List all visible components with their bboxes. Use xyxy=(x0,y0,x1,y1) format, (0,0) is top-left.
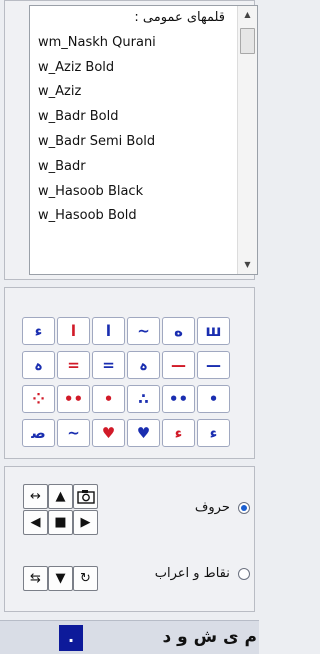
radio-letters-label: حروف xyxy=(194,500,230,515)
font-list-header: قلمهای عمومی : xyxy=(134,10,225,25)
symbol-button[interactable]: ه xyxy=(162,317,195,345)
radio-letters[interactable]: حروف xyxy=(150,500,250,515)
symbol-button[interactable]: ∴ xyxy=(127,385,160,413)
symbol-button[interactable]: = xyxy=(57,351,90,379)
symbol-button[interactable]: ہ xyxy=(127,351,160,379)
scroll-thumb[interactable] xyxy=(240,28,255,54)
symbol-button[interactable]: ﺻ xyxy=(22,419,55,447)
stop-icon[interactable]: ■ xyxy=(48,510,73,535)
font-item[interactable]: w_Hasoob Black xyxy=(30,180,257,205)
symbol-button[interactable]: ء xyxy=(197,419,230,447)
symbol-button[interactable]: • xyxy=(92,385,125,413)
swap-horizontal-icon[interactable]: ↔ xyxy=(23,484,48,509)
symbol-button[interactable]: ш xyxy=(197,317,230,345)
current-letter-box[interactable]: . xyxy=(59,625,83,651)
arrow-left-icon[interactable]: ◀ xyxy=(23,510,48,535)
arrow-down-icon[interactable]: ▼ xyxy=(48,566,73,591)
symbol-button[interactable]: •• xyxy=(57,385,90,413)
symbol-button[interactable]: ~ xyxy=(57,419,90,447)
font-item[interactable]: w_Badr Semi Bold xyxy=(30,130,257,155)
font-item[interactable]: w_Aziz Bold xyxy=(30,56,257,81)
arrow-up-icon[interactable]: ▲ xyxy=(48,484,73,509)
symbol-button[interactable]: — xyxy=(162,351,195,379)
symbol-button[interactable]: ء xyxy=(162,419,195,447)
letter-bar: . م ى ش و د xyxy=(0,620,259,654)
scroll-down-icon[interactable]: ▼ xyxy=(238,256,257,274)
symbol-button[interactable]: = xyxy=(92,351,125,379)
scroll-up-icon[interactable]: ▲ xyxy=(238,6,257,24)
letter-sequence: م ى ش و د xyxy=(162,627,257,647)
radio-diacritics-button[interactable] xyxy=(238,567,250,580)
font-item[interactable]: w_Badr xyxy=(30,155,257,180)
symbol-button[interactable]: ہ xyxy=(22,351,55,379)
arrow-right-icon[interactable]: ▶ xyxy=(73,510,98,535)
symbol-button[interactable]: •• xyxy=(162,385,195,413)
font-list-scrollbar[interactable]: ▲ ▼ xyxy=(237,6,257,274)
radio-letters-button[interactable] xyxy=(238,501,250,514)
swap-rows-icon[interactable]: ⇆ xyxy=(23,566,48,591)
radio-diacritics[interactable]: نقاط و اعراب xyxy=(150,566,250,581)
symbol-button[interactable]: ⁘ xyxy=(22,385,55,413)
font-item[interactable]: wm_Naskh Qurani xyxy=(30,31,257,56)
symbol-button[interactable]: — xyxy=(197,351,230,379)
font-list[interactable]: قلمهای عمومی : wm_Naskh Qurani w_Aziz Bo… xyxy=(29,5,258,275)
symbol-button[interactable]: ~ xyxy=(127,317,160,345)
font-list-group: قلمهای عمومی : wm_Naskh Qurani w_Aziz Bo… xyxy=(4,0,258,280)
symbol-button[interactable]: ا xyxy=(57,317,90,345)
rotate-icon[interactable]: ↻ xyxy=(73,566,98,591)
symbol-button[interactable]: ا xyxy=(92,317,125,345)
symbol-button[interactable]: ء xyxy=(22,317,55,345)
font-item[interactable]: w_Badr Bold xyxy=(30,105,257,130)
font-item[interactable]: w_Aziz xyxy=(30,80,257,105)
symbol-button[interactable]: ♥ xyxy=(92,419,125,447)
camera-icon[interactable] xyxy=(73,484,98,509)
symbol-button[interactable]: • xyxy=(197,385,230,413)
font-item[interactable]: w_Hasoob Bold xyxy=(30,204,257,229)
radio-diacritics-label: نقاط و اعراب xyxy=(154,566,230,581)
symbol-button[interactable]: ♥ xyxy=(127,419,160,447)
